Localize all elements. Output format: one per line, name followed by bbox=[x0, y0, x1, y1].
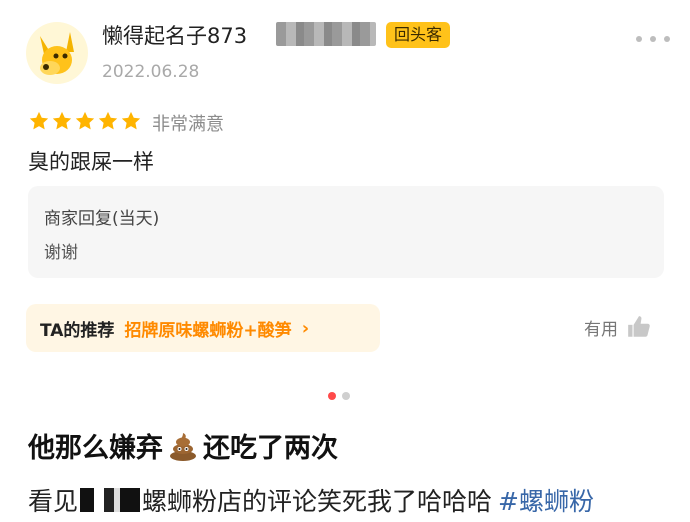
returning-customer-badge: 回头客 bbox=[386, 22, 451, 48]
carousel-dot-active[interactable] bbox=[328, 392, 336, 400]
redacted-block bbox=[276, 22, 376, 46]
post-title: 他那么嫌弃 还吃了两次 bbox=[28, 426, 338, 465]
reply-text: 谢谢 bbox=[44, 243, 78, 263]
star-icon bbox=[98, 111, 118, 130]
post-title-start: 他那么嫌弃 bbox=[28, 433, 163, 464]
star-rating bbox=[28, 110, 142, 132]
star-icon bbox=[121, 111, 141, 130]
carousel-dot[interactable] bbox=[342, 392, 350, 400]
username[interactable]: 懒得起名子873 bbox=[102, 20, 247, 50]
avatar[interactable] bbox=[26, 22, 88, 84]
hashtag-link[interactable]: #螺蛳粉 bbox=[498, 482, 594, 518]
redacted-block bbox=[80, 488, 141, 512]
review-date: 2022.06.28 bbox=[102, 62, 200, 82]
merchant-reply: 商家回复(当天) 谢谢 bbox=[28, 186, 664, 278]
more-options-button[interactable] bbox=[636, 32, 670, 46]
rating-label: 非常满意 bbox=[152, 114, 224, 135]
more-dots-icon bbox=[664, 36, 670, 42]
helpful-button[interactable]: 有用 bbox=[584, 314, 652, 340]
review-text: 臭的跟屎一样 bbox=[28, 150, 154, 174]
reply-title: 商家回复(当天) bbox=[44, 209, 160, 229]
thumb-up-icon bbox=[628, 316, 650, 337]
star-icon bbox=[29, 111, 49, 130]
more-dots-icon bbox=[636, 36, 642, 42]
star-icon bbox=[75, 111, 95, 130]
more-dots-icon bbox=[650, 36, 656, 42]
recommended-item: 招牌原味螺蛳粉+酸笋 bbox=[124, 320, 292, 341]
star-icon bbox=[52, 111, 72, 130]
poop-emoji-icon bbox=[170, 432, 196, 461]
recommendation-label: TA的推荐 bbox=[40, 320, 115, 341]
carousel-indicator bbox=[328, 392, 350, 400]
post-body: 看见 螺蛳粉店的评论笑死我了哈哈哈 #螺蛳粉 bbox=[28, 482, 594, 518]
post-body-prefix: 看见 bbox=[28, 487, 79, 516]
chevron-right-icon: › bbox=[301, 317, 310, 339]
recommendation-link[interactable]: TA的推荐 招牌原味螺蛳粉+酸笋 › bbox=[26, 304, 380, 352]
post-title-end: 还吃了两次 bbox=[203, 433, 338, 464]
helpful-label: 有用 bbox=[584, 319, 618, 340]
post-body-text: 螺蛳粉店的评论笑死我了哈哈哈 bbox=[142, 487, 493, 516]
